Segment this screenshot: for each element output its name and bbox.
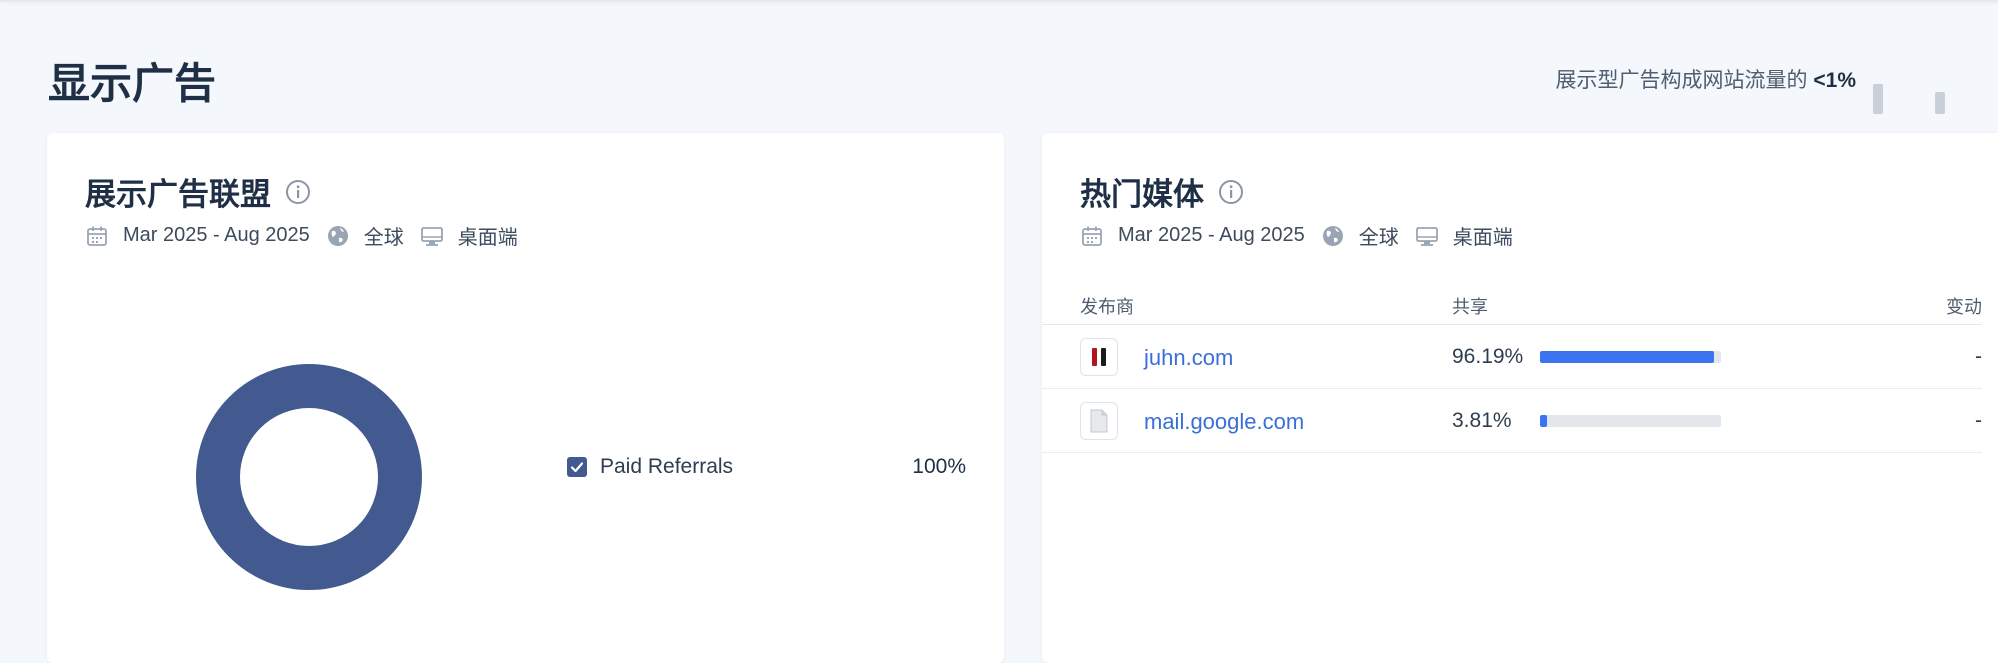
- share-bar-fill: [1540, 351, 1715, 363]
- region: 全球: [1358, 227, 1399, 249]
- card-title: 展示广告联盟: [85, 169, 311, 214]
- column-header-change[interactable]: 变动: [1946, 293, 1982, 319]
- change-value: -: [1975, 345, 1982, 368]
- card-meta: Mar 2025 - Aug 2025 全球 桌面端: [85, 221, 534, 250]
- share-bar: [1540, 351, 1721, 363]
- change-value: -: [1975, 409, 1982, 432]
- mini-bar: [1873, 84, 1883, 114]
- document-icon: [1090, 409, 1108, 433]
- globe-icon: [1322, 225, 1343, 246]
- summary-value: <1%: [1813, 69, 1856, 92]
- top-publishers-title: 热门媒体: [1080, 177, 1204, 212]
- column-header-share[interactable]: 共享: [1452, 293, 1488, 319]
- date-range: Mar 2025 - Aug 2025: [123, 224, 310, 246]
- share-value: 96.19%: [1452, 345, 1524, 368]
- region: 全球: [363, 227, 404, 249]
- device: 桌面端: [457, 227, 518, 249]
- section-title: 显示广告: [48, 60, 217, 107]
- card-meta: Mar 2025 - Aug 2025 全球 桌面端: [1080, 221, 1529, 250]
- card-title: 热门媒体: [1080, 169, 1244, 214]
- top-publishers-card: 热门媒体 Mar 2025 - Aug 2025 全球 桌面端 发布商 共享 变…: [1042, 133, 1998, 663]
- juhn-favicon: [1080, 338, 1118, 376]
- column-header-publisher[interactable]: 发布商: [1080, 293, 1134, 319]
- legend-label: Paid Referrals: [600, 455, 734, 478]
- globe-icon: [327, 225, 348, 246]
- info-icon[interactable]: [285, 179, 311, 205]
- display-ads-summary: 展示型广告构成网站流量的 <1%: [1556, 64, 1856, 94]
- donut-chart: [196, 364, 422, 590]
- calendar-icon: [1082, 226, 1102, 246]
- share-value: 3.81%: [1452, 409, 1512, 432]
- publisher-link[interactable]: juhn.com: [1144, 345, 1233, 371]
- legend-item-paid-referrals[interactable]: Paid Referrals: [567, 455, 733, 479]
- ad-networks-card: 展示广告联盟 Mar 2025 - Aug 2025 全球 桌面端 Paid R…: [47, 133, 1004, 663]
- top-divider: [0, 0, 1998, 2]
- table-header: 发布商 共享 变动: [1042, 293, 1982, 325]
- info-icon[interactable]: [1218, 179, 1244, 205]
- device: 桌面端: [1452, 227, 1513, 249]
- share-bar-fill: [1540, 415, 1547, 427]
- ad-networks-title: 展示广告联盟: [85, 177, 271, 212]
- calendar-icon: [87, 226, 107, 246]
- table-row: mail.google.com 3.81% -: [1042, 389, 1982, 453]
- publisher-link[interactable]: mail.google.com: [1144, 409, 1304, 435]
- mini-bar: [1935, 92, 1945, 114]
- summary-text: 展示型广告构成网站流量的: [1555, 69, 1808, 92]
- juhn-logo-icon: [1092, 348, 1106, 366]
- donut-slice-paid-referrals[interactable]: [196, 364, 422, 590]
- document-favicon: [1080, 402, 1118, 440]
- share-bar: [1540, 415, 1721, 427]
- desktop-icon: [1415, 226, 1438, 246]
- mini-trend-chart: [1873, 82, 1953, 114]
- date-range: Mar 2025 - Aug 2025: [1118, 224, 1305, 246]
- desktop-icon: [420, 226, 443, 246]
- table-row: juhn.com 96.19% -: [1042, 325, 1982, 389]
- legend-value: 100%: [912, 455, 966, 478]
- checkbox-checked-icon[interactable]: [567, 457, 587, 477]
